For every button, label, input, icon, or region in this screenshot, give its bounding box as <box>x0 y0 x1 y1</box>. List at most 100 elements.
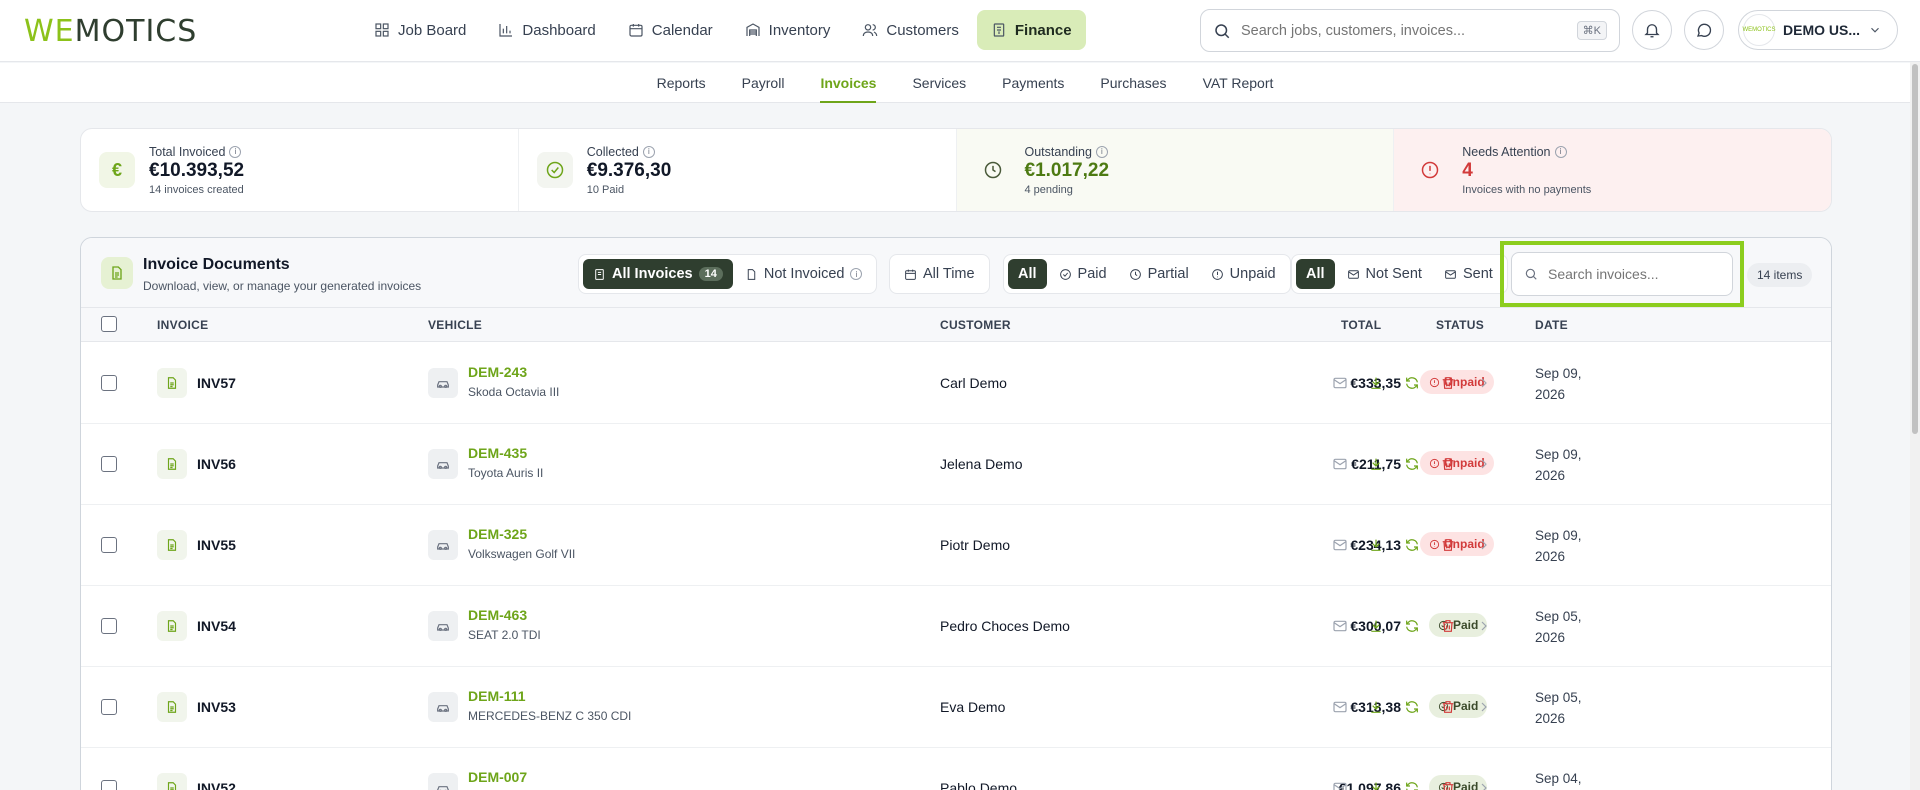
calendar-icon <box>629 24 643 37</box>
delete-button[interactable] <box>1439 536 1457 554</box>
nav-calendar[interactable]: Calendar <box>614 10 727 50</box>
tab-services[interactable]: Services <box>912 63 966 103</box>
tab-payroll[interactable]: Payroll <box>742 63 785 103</box>
refresh-icon <box>1406 782 1418 790</box>
delete-button[interactable] <box>1439 374 1457 392</box>
nav-customers[interactable]: Customers <box>848 10 973 50</box>
nav-finance[interactable]: Finance <box>976 10 1086 50</box>
tab-reports[interactable]: Reports <box>657 63 706 103</box>
filter-send-all[interactable]: All <box>1296 259 1335 289</box>
info-icon[interactable]: i <box>229 145 242 158</box>
filter-pay-all[interactable]: All <box>1008 259 1047 289</box>
invoice-number[interactable]: INV53 <box>197 699 236 715</box>
page-scrollbar[interactable] <box>1910 62 1920 790</box>
invoice-number[interactable]: INV52 <box>197 780 236 790</box>
regenerate-button[interactable] <box>1403 374 1421 392</box>
filter-partial[interactable]: Partial <box>1119 259 1199 289</box>
info-icon[interactable]: i <box>850 268 863 280</box>
scroll-thumb[interactable] <box>1912 64 1918 434</box>
invoice-number[interactable]: INV56 <box>197 456 236 472</box>
row-checkbox[interactable] <box>101 375 117 391</box>
customer-name: Piotr Demo <box>940 537 1011 553</box>
table-row[interactable]: INV56 DEM-435 Toyota Auris II Jelena Dem… <box>81 424 1831 505</box>
open-row-button[interactable] <box>1475 779 1493 790</box>
download-button[interactable] <box>1367 698 1385 716</box>
nav-dashboard[interactable]: Dashboard <box>484 10 609 50</box>
row-checkbox[interactable] <box>101 456 117 472</box>
download-button[interactable] <box>1367 779 1385 790</box>
table-row[interactable]: INV52 DEM-007 Pablo Demo €1.097,86 Paid … <box>81 748 1831 790</box>
tab-vat-report[interactable]: VAT Report <box>1203 63 1274 103</box>
info-icon[interactable]: i <box>1554 145 1567 158</box>
tab-invoices[interactable]: Invoices <box>820 63 877 103</box>
invoice-number[interactable]: INV55 <box>197 537 236 553</box>
download-button[interactable] <box>1367 374 1385 392</box>
send-email-button[interactable] <box>1331 455 1349 473</box>
delete-button[interactable] <box>1439 455 1457 473</box>
table-row[interactable]: INV54 DEM-463 SEAT 2.0 TDI Pedro Choces … <box>81 586 1831 667</box>
regenerate-button[interactable] <box>1403 698 1421 716</box>
table-row[interactable]: INV53 DEM-111 MERCEDES-BENZ C 350 CDI Ev… <box>81 667 1831 748</box>
alert-circle-icon <box>1412 152 1448 188</box>
nav-inventory[interactable]: Inventory <box>731 10 845 50</box>
info-icon[interactable]: i <box>1095 145 1108 158</box>
vehicle-plate[interactable]: DEM-111 <box>468 688 526 704</box>
delete-button[interactable] <box>1439 617 1457 635</box>
invoice-number[interactable]: INV54 <box>197 618 236 634</box>
open-row-button[interactable] <box>1475 455 1493 473</box>
send-email-button[interactable] <box>1331 536 1349 554</box>
table-row[interactable]: INV57 DEM-243 Skoda Octavia III Carl Dem… <box>81 343 1831 424</box>
invoice-number[interactable]: INV57 <box>197 375 236 391</box>
filter-sent[interactable]: Sent <box>1434 259 1503 289</box>
filter-all-time[interactable]: All Time <box>894 259 985 289</box>
document-icon <box>157 611 187 641</box>
notifications-button[interactable] <box>1632 10 1672 50</box>
row-checkbox[interactable] <box>101 618 117 634</box>
user-menu[interactable]: WEMOTICS DEMO US... <box>1738 10 1898 50</box>
nav-job-board[interactable]: Job Board <box>360 10 480 50</box>
vehicle-plate[interactable]: DEM-007 <box>468 769 527 785</box>
download-button[interactable] <box>1367 617 1385 635</box>
open-row-button[interactable] <box>1475 617 1493 635</box>
filter-not-invoiced[interactable]: Not Invoiced i <box>735 259 873 289</box>
filter-all-invoices[interactable]: All Invoices 14 <box>583 259 733 289</box>
table-row[interactable]: INV55 DEM-325 Volkswagen Golf VII Piotr … <box>81 505 1831 586</box>
vehicle-plate[interactable]: DEM-325 <box>468 526 527 542</box>
download-button[interactable] <box>1367 455 1385 473</box>
vehicle-plate[interactable]: DEM-435 <box>468 445 527 461</box>
open-row-button[interactable] <box>1475 536 1493 554</box>
invoice-search-input[interactable] <box>1548 266 1718 282</box>
send-email-button[interactable] <box>1331 617 1349 635</box>
regenerate-button[interactable] <box>1403 617 1421 635</box>
messages-button[interactable] <box>1684 10 1724 50</box>
time-filter[interactable]: All Time <box>889 254 990 294</box>
vehicle-plate[interactable]: DEM-463 <box>468 607 527 623</box>
send-email-button[interactable] <box>1331 374 1349 392</box>
vehicle-plate[interactable]: DEM-243 <box>468 364 527 380</box>
tab-purchases[interactable]: Purchases <box>1100 63 1166 103</box>
regenerate-button[interactable] <box>1403 779 1421 790</box>
row-checkbox[interactable] <box>101 780 117 790</box>
open-row-button[interactable] <box>1475 698 1493 716</box>
select-all-checkbox[interactable] <box>101 316 117 332</box>
logo[interactable]: WEMOTICS <box>24 14 197 49</box>
send-email-button[interactable] <box>1331 779 1349 790</box>
delete-button[interactable] <box>1439 698 1457 716</box>
delete-button[interactable] <box>1439 779 1457 790</box>
info-icon[interactable]: i <box>642 145 655 158</box>
filter-unpaid[interactable]: Unpaid <box>1201 259 1286 289</box>
row-checkbox[interactable] <box>101 699 117 715</box>
filter-paid[interactable]: Paid <box>1049 259 1117 289</box>
global-search-input[interactable] <box>1241 22 1567 39</box>
tab-payments[interactable]: Payments <box>1002 63 1064 103</box>
regenerate-button[interactable] <box>1403 455 1421 473</box>
regenerate-button[interactable] <box>1403 536 1421 554</box>
car-icon <box>428 368 458 398</box>
global-search[interactable]: ⌘K <box>1200 9 1620 52</box>
filter-not-sent[interactable]: Not Sent <box>1337 259 1432 289</box>
send-email-button[interactable] <box>1331 698 1349 716</box>
open-row-button[interactable] <box>1475 374 1493 392</box>
invoice-search[interactable] <box>1511 252 1733 296</box>
row-checkbox[interactable] <box>101 537 117 553</box>
download-button[interactable] <box>1367 536 1385 554</box>
